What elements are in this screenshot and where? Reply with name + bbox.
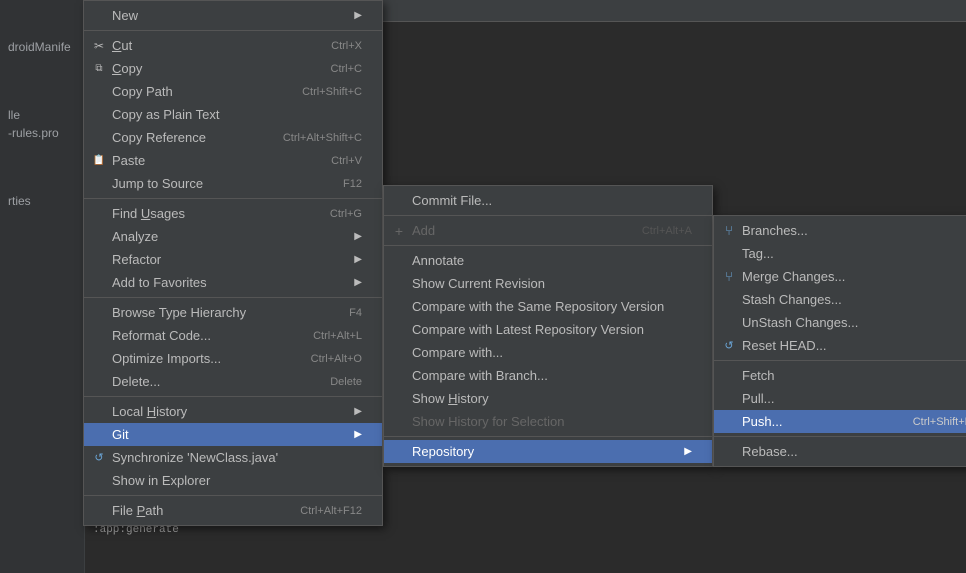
menu-item-show-history[interactable]: Show History	[384, 387, 712, 410]
file-panel: droidManife lle -rules.pro rties	[0, 0, 85, 573]
menu-item-reset-head[interactable]: ↺ Reset HEAD...	[714, 334, 966, 357]
menu-item-repository[interactable]: Repository ▶	[384, 440, 712, 463]
file-item: lle	[4, 106, 80, 124]
menu-item-annotate[interactable]: Annotate	[384, 249, 712, 272]
menu-item-pull[interactable]: Pull...	[714, 387, 966, 410]
copy-icon: ⧉	[90, 60, 108, 78]
separator	[84, 30, 382, 31]
menu-item-find-usages[interactable]: Find Usages Ctrl+G	[84, 202, 382, 225]
merge-icon: ⑂	[720, 268, 738, 286]
separator	[84, 297, 382, 298]
repo-submenu: ⑂ Branches... Tag... ⑂ Merge Changes... …	[713, 215, 966, 467]
separator	[384, 245, 712, 246]
file-item: droidManife	[4, 38, 80, 56]
primary-context-menu: New ▶ ✂ Cut Ctrl+X ⧉ Copy Ctrl+C Copy Pa…	[83, 0, 383, 526]
menu-item-show-history-sel[interactable]: Show History for Selection	[384, 410, 712, 433]
menu-item-jump-source[interactable]: Jump to Source F12	[84, 172, 382, 195]
menu-item-sync[interactable]: ↺ Synchronize 'NewClass.java'	[84, 446, 382, 469]
menu-item-copy-path[interactable]: Copy Path Ctrl+Shift+C	[84, 80, 382, 103]
menu-item-commit-file[interactable]: Commit File...	[384, 189, 712, 212]
menu-item-paste[interactable]: 📋 Paste Ctrl+V	[84, 149, 382, 172]
separator	[384, 436, 712, 437]
separator	[714, 436, 966, 437]
menu-item-analyze[interactable]: Analyze ▶	[84, 225, 382, 248]
menu-item-branches[interactable]: ⑂ Branches...	[714, 219, 966, 242]
menu-item-add-favorites[interactable]: Add to Favorites ▶	[84, 271, 382, 294]
menu-item-stash[interactable]: Stash Changes...	[714, 288, 966, 311]
file-item: -rules.pro	[4, 124, 80, 142]
separator	[84, 198, 382, 199]
separator	[714, 360, 966, 361]
separator	[84, 396, 382, 397]
menu-item-optimize[interactable]: Optimize Imports... Ctrl+Alt+O	[84, 347, 382, 370]
menu-item-compare-with[interactable]: Compare with...	[384, 341, 712, 364]
menu-item-unstash[interactable]: UnStash Changes...	[714, 311, 966, 334]
paste-icon: 📋	[90, 152, 108, 170]
menu-item-git[interactable]: Git ▶	[84, 423, 382, 446]
menu-item-new[interactable]: New ▶	[84, 4, 382, 27]
menu-item-copy-plain[interactable]: Copy as Plain Text	[84, 103, 382, 126]
menu-item-fetch[interactable]: Fetch	[714, 364, 966, 387]
reset-icon: ↺	[720, 337, 738, 355]
menu-item-compare-branch[interactable]: Compare with Branch...	[384, 364, 712, 387]
menu-item-compare-latest[interactable]: Compare with Latest Repository Version	[384, 318, 712, 341]
menu-item-cut[interactable]: ✂ Cut Ctrl+X	[84, 34, 382, 57]
cut-icon: ✂	[90, 37, 108, 55]
menu-item-rebase[interactable]: Rebase...	[714, 440, 966, 463]
menu-item-compare-repo[interactable]: Compare with the Same Repository Version	[384, 295, 712, 318]
menu-item-file-path[interactable]: File Path Ctrl+Alt+F12	[84, 499, 382, 522]
vcs-submenu: Commit File... + Add Ctrl+Alt+A Annotate…	[383, 185, 713, 467]
sync-icon: ↺	[90, 449, 108, 467]
menu-item-browse-hierarchy[interactable]: Browse Type Hierarchy F4	[84, 301, 382, 324]
menu-item-add[interactable]: + Add Ctrl+Alt+A	[384, 219, 712, 242]
menu-item-push[interactable]: Push... Ctrl+Shift+K	[714, 410, 966, 433]
menu-item-copy-reference[interactable]: Copy Reference Ctrl+Alt+Shift+C	[84, 126, 382, 149]
menu-item-show-current-revision[interactable]: Show Current Revision	[384, 272, 712, 295]
menu-item-reformat[interactable]: Reformat Code... Ctrl+Alt+L	[84, 324, 382, 347]
menu-item-copy[interactable]: ⧉ Copy Ctrl+C	[84, 57, 382, 80]
menu-item-tag[interactable]: Tag...	[714, 242, 966, 265]
menu-item-show-explorer[interactable]: Show in Explorer	[84, 469, 382, 492]
menu-item-local-history[interactable]: Local History ▶	[84, 400, 382, 423]
separator	[384, 215, 712, 216]
menu-item-delete[interactable]: Delete... Delete	[84, 370, 382, 393]
menu-item-refactor[interactable]: Refactor ▶	[84, 248, 382, 271]
menu-item-merge-changes[interactable]: ⑂ Merge Changes...	[714, 265, 966, 288]
add-icon: +	[390, 222, 408, 240]
file-item: rties	[4, 192, 80, 210]
branches-icon: ⑂	[720, 222, 738, 240]
separator	[84, 495, 382, 496]
